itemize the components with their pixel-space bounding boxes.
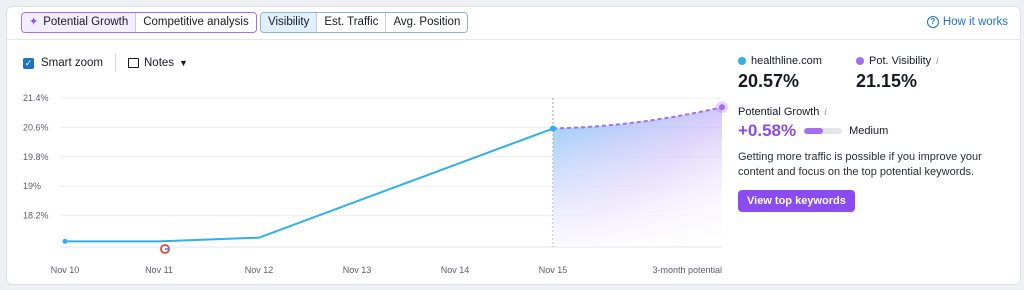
potential-growth-value: +0.58% [738, 121, 797, 140]
y-tick-label: 19% [23, 181, 41, 191]
info-icon[interactable]: i [936, 56, 938, 67]
domain-value: 20.57% [738, 71, 800, 91]
view-top-keywords-button[interactable]: View top keywords [738, 190, 855, 212]
potential-growth-title: Potential Growth i [738, 106, 1018, 118]
domain-dot [738, 57, 746, 65]
data-point [550, 125, 556, 132]
metric-tabs: Visibility Est. Traffic Avg. Position [260, 12, 469, 33]
tab-visibility[interactable]: Visibility [261, 13, 318, 32]
tab-competitive-analysis[interactable]: Competitive analysis [136, 13, 256, 32]
potential-dot [856, 57, 864, 65]
potential-label: Pot. Visibility [869, 55, 932, 67]
visibility-card: ✦ Potential Growth Competitive analysis … [6, 6, 1021, 285]
tab-competitive-analysis-label: Competitive analysis [143, 16, 249, 28]
tab-est-traffic-label: Est. Traffic [324, 16, 379, 28]
potential-growth-row: +0.58% Medium [738, 121, 1018, 141]
y-tick-label: 18.2% [23, 211, 49, 221]
x-tick-label: Nov 15 [539, 265, 568, 275]
how-it-works-label: How it works [942, 16, 1008, 28]
x-tick-label: Nov 10 [51, 265, 80, 275]
potential-point [719, 104, 725, 111]
y-tick-label: 21.4% [23, 93, 49, 103]
chart-svg: 21.4% 20.6% 19.8% 19% 18.2% Nov 10 Nov 11 Nov 1… [23, 93, 728, 275]
sparkle-icon: ✦ [29, 16, 39, 28]
notes-dropdown[interactable]: Notes ▼ [128, 57, 188, 69]
smart-zoom-label: Smart zoom [41, 57, 103, 69]
x-tick-label: Nov 12 [245, 265, 274, 275]
legend-domain: healthline.com 20.57% [738, 55, 856, 92]
domain-line [65, 127, 554, 243]
legend-potential: Pot. Visibility i 21.15% [856, 55, 938, 92]
tab-avg-position[interactable]: Avg. Position [386, 13, 468, 32]
toolbar: ✦ Potential Growth Competitive analysis … [7, 7, 1020, 40]
growth-level: Medium [849, 125, 889, 137]
notes-label: Notes [144, 57, 175, 69]
metrics-panel: healthline.com 20.57% Pot. Visibility i … [738, 55, 1018, 212]
potential-growth-label: Potential Growth [738, 106, 820, 118]
data-point [62, 238, 68, 244]
y-tick-label: 19.8% [23, 152, 49, 162]
growth-meter [804, 128, 843, 134]
tab-potential-growth-label: Potential Growth [43, 16, 129, 28]
view-tabs: ✦ Potential Growth Competitive analysis [21, 12, 257, 33]
potential-growth-description: Getting more traffic is possible if you … [738, 151, 982, 178]
x-tick-label: Nov 14 [441, 265, 470, 275]
tab-potential-growth[interactable]: ✦ Potential Growth [22, 13, 137, 32]
x-tick-label: Nov 13 [343, 265, 372, 275]
y-tick-label: 20.6% [23, 122, 49, 132]
divider [115, 54, 116, 72]
x-tick-label: Nov 11 [145, 265, 173, 275]
note-icon [128, 58, 139, 68]
question-icon: ? [926, 16, 939, 28]
potential-area-fade [553, 107, 722, 245]
tab-est-traffic[interactable]: Est. Traffic [317, 13, 387, 32]
legend-row: healthline.com 20.57% Pot. Visibility i … [738, 55, 1018, 92]
growth-meter-fill [804, 128, 824, 134]
x-tick-label: 3-month potential [652, 265, 722, 275]
potential-value: 21.15% [856, 71, 918, 91]
chart-controls: ✓ Smart zoom Notes ▼ [23, 54, 188, 72]
how-it-works-link[interactable]: ? How it works [926, 16, 1008, 28]
domain-label: healthline.com [751, 55, 822, 67]
chevron-down-icon: ▼ [179, 58, 188, 68]
tab-avg-position-label: Avg. Position [393, 16, 461, 28]
tab-visibility-label: Visibility [268, 16, 310, 28]
visibility-chart: 21.4% 20.6% 19.8% 19% 18.2% Nov 10 Nov 11 Nov 1… [7, 87, 737, 277]
smart-zoom-checkbox[interactable]: ✓ [23, 57, 34, 69]
info-icon[interactable]: i [824, 107, 826, 118]
